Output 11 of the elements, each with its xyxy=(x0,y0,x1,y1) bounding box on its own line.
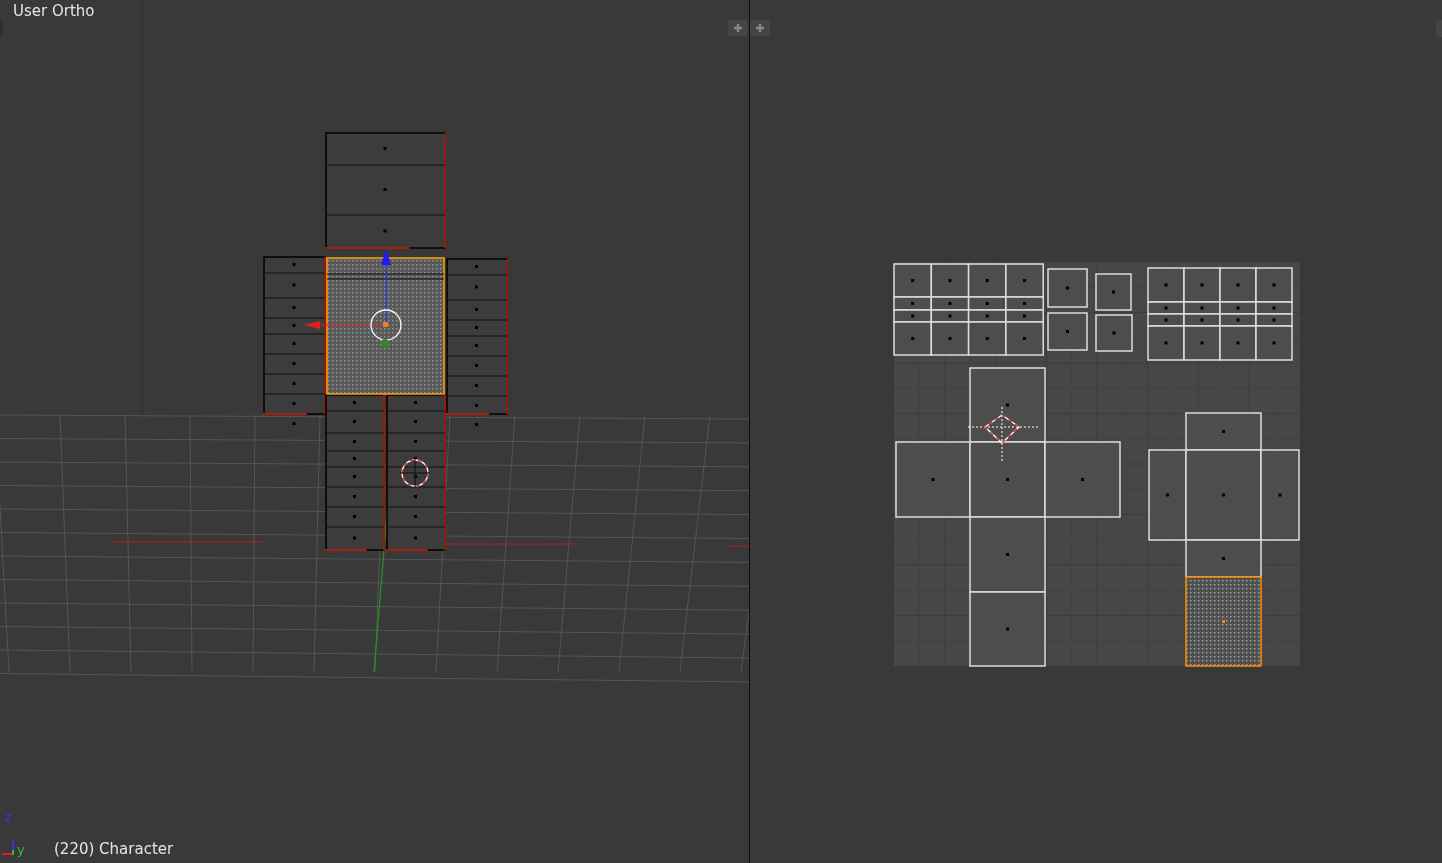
object-label: (220) Character xyxy=(54,840,174,859)
cursor-crosshair-icon xyxy=(967,406,1039,462)
plus-icon xyxy=(756,24,764,32)
z-axis-label: z xyxy=(5,811,12,824)
plus-icon xyxy=(734,24,742,32)
uv-face[interactable] xyxy=(1185,576,1262,667)
axis-gizmo-icon xyxy=(2,841,16,855)
split-area-button[interactable] xyxy=(750,20,770,36)
view-name: User Ortho xyxy=(13,2,95,20)
y-axis-label: y xyxy=(17,843,25,856)
split-area-button[interactable] xyxy=(728,20,748,36)
